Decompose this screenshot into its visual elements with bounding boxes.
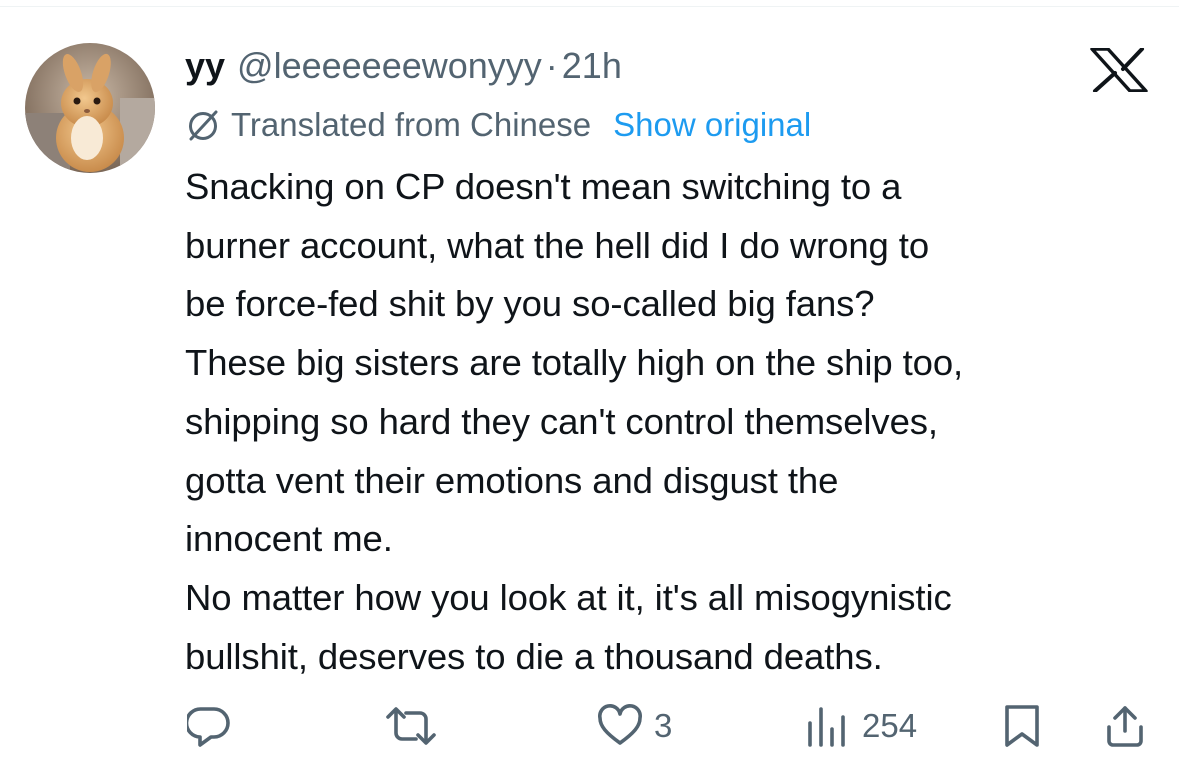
show-original-link[interactable]: Show original bbox=[613, 106, 811, 144]
like-count: 3 bbox=[654, 707, 673, 744]
views-button[interactable]: 254 bbox=[804, 698, 917, 754]
views-count: 254 bbox=[862, 707, 918, 744]
tweet-text: Snacking on CP doesn't mean switching to… bbox=[185, 158, 1165, 686]
like-button[interactable]: 3 bbox=[596, 698, 672, 754]
tweet-header: yy @leeeeeeewonyyy · 21h bbox=[185, 40, 622, 92]
tweet-text-line: Snacking on CP doesn't mean switching to… bbox=[185, 166, 902, 207]
tweet-text-line: innocent me. bbox=[185, 518, 393, 560]
translated-from-label: Translated from Chinese bbox=[231, 106, 592, 143]
top-divider bbox=[0, 0, 1179, 7]
action-bar: 3 254 bbox=[0, 698, 1179, 754]
views-icon bbox=[808, 707, 845, 747]
share-icon bbox=[1107, 706, 1143, 747]
tweet-text-line: These big sisters are totally high on th… bbox=[185, 342, 964, 384]
bookmark-icon bbox=[1005, 705, 1039, 747]
tweet-text-line: burner account, what the hell did I do w… bbox=[185, 224, 930, 266]
share-button[interactable] bbox=[1103, 698, 1147, 754]
display-name[interactable]: yy bbox=[185, 45, 225, 87]
retweet-icon bbox=[386, 707, 436, 745]
tweet-text-line: be force-fed shit by you so-called big f… bbox=[185, 283, 875, 325]
reply-icon bbox=[187, 707, 230, 747]
tweet-text-line: shipping so hard they can't control them… bbox=[185, 400, 938, 442]
separator-dot: · bbox=[545, 45, 558, 86]
timestamp[interactable]: 21h bbox=[562, 45, 622, 87]
bookmark-button[interactable] bbox=[1001, 698, 1043, 754]
retweet-button[interactable] bbox=[384, 698, 448, 754]
tweet-text-line: bullshit, deserves to die a thousand dea… bbox=[185, 635, 883, 677]
translate-icon bbox=[189, 110, 218, 141]
heart-icon bbox=[598, 704, 642, 745]
avatar[interactable] bbox=[25, 43, 155, 173]
tweet-text-line: gotta vent their emotions and disgust th… bbox=[185, 459, 839, 501]
translation-notice: Translated from Chinese Show original bbox=[185, 102, 811, 148]
avatar-image bbox=[25, 43, 155, 173]
x-logo-icon[interactable] bbox=[1090, 47, 1148, 93]
user-handle[interactable]: @leeeeeeewonyyy bbox=[237, 45, 542, 87]
tweet-text-line: No matter how you look at it, it's all m… bbox=[185, 576, 952, 618]
reply-button[interactable] bbox=[187, 698, 243, 754]
